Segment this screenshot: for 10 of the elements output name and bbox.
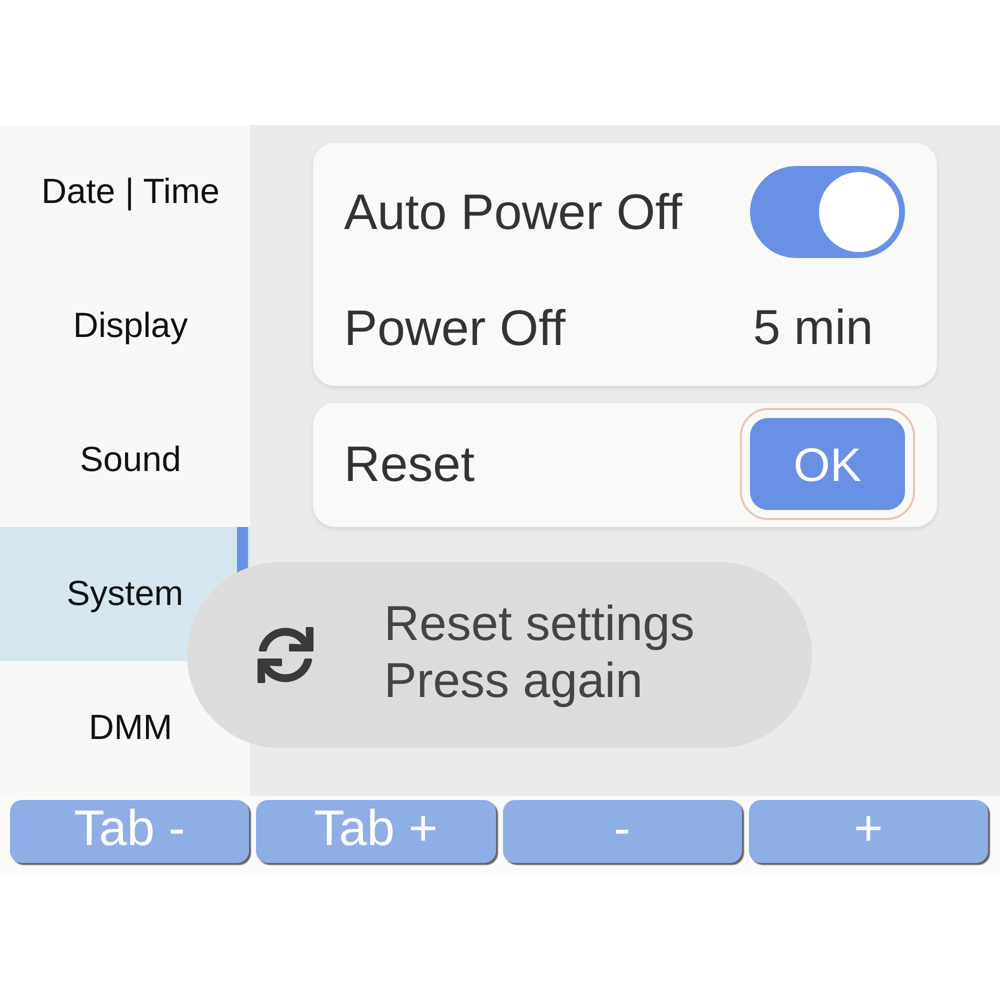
sidebar-item[interactable]: Display <box>0 259 250 393</box>
toast-text: Reset settings <box>384 596 694 653</box>
setting-label: Auto Power Off <box>343 183 682 241</box>
sidebar-item[interactable]: Sound <box>0 393 250 527</box>
setting-label: Power Off <box>343 299 566 357</box>
sidebar-item[interactable]: Date | Time <box>0 125 250 259</box>
setting-label: Reset <box>343 435 475 493</box>
sidebar-item[interactable]: DMM <box>0 661 250 795</box>
toast-text: Press again <box>384 653 644 710</box>
setting-value: 5 min <box>753 300 873 356</box>
